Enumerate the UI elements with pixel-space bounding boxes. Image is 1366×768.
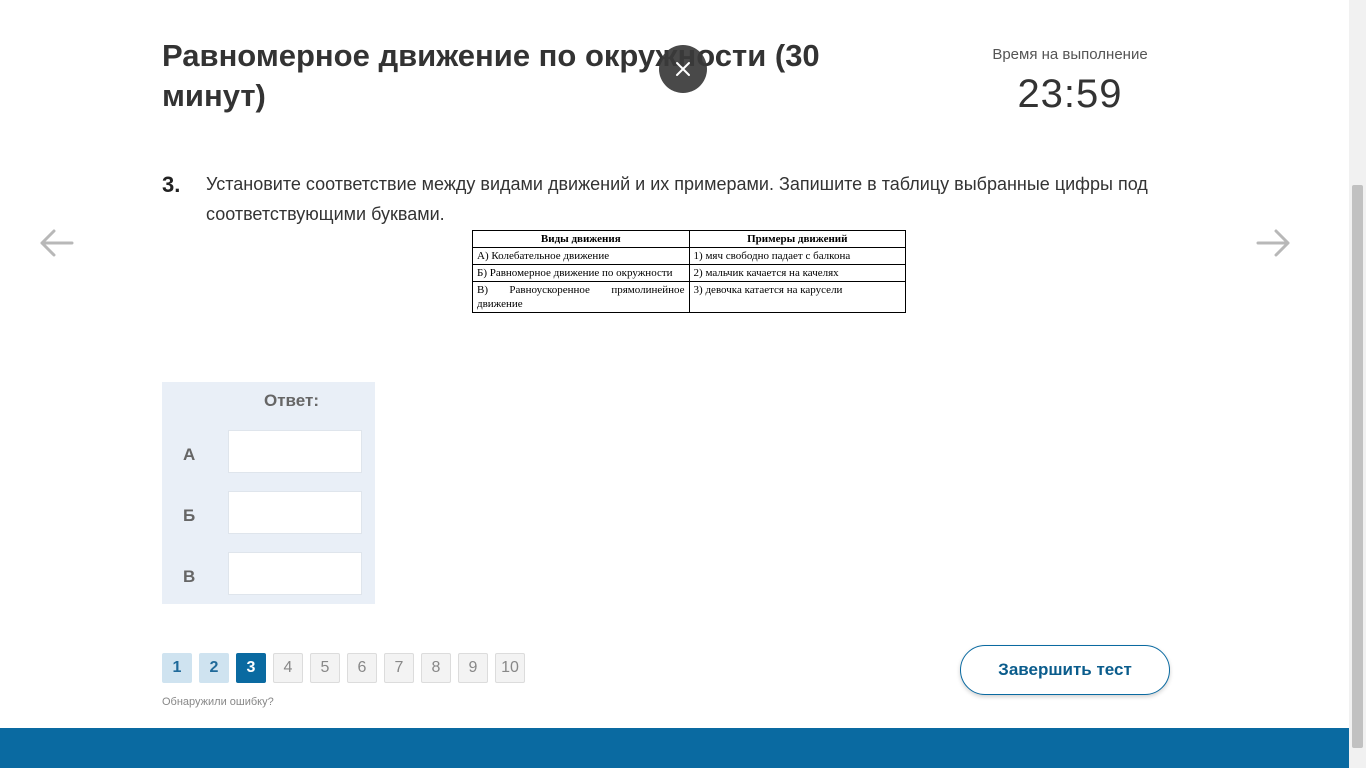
answer-input-b[interactable] <box>228 491 362 534</box>
answer-label-b: Б <box>183 506 196 525</box>
page-button-2[interactable]: 2 <box>199 653 229 683</box>
page-button-7[interactable]: 7 <box>384 653 414 683</box>
table-cell: А) Колебательное движение <box>472 247 690 265</box>
page-title: Равномерное движение по окружности (30 м… <box>162 38 820 113</box>
page-button-4[interactable]: 4 <box>273 653 303 683</box>
table-cell: 1) мяч свободно падает с балкона <box>688 247 907 265</box>
close-icon <box>676 62 690 76</box>
close-button[interactable] <box>659 45 707 93</box>
matching-table: Виды движения Примеры движений А) Колеба… <box>472 230 907 313</box>
arrow-right-icon <box>1256 229 1290 257</box>
test-page: Равномерное движение по окружности (30 м… <box>0 0 1366 768</box>
answer-input-a[interactable] <box>228 430 362 473</box>
page-button-1[interactable]: 1 <box>162 653 192 683</box>
page-button-9[interactable]: 9 <box>458 653 488 683</box>
answer-label-a: А <box>183 445 196 464</box>
table-header-row: Виды движения Примеры движений <box>472 230 907 248</box>
footer-bar <box>0 728 1349 768</box>
table-cell: В) Равноускоренное прямолинейное движени… <box>472 281 690 313</box>
page-button-10[interactable]: 10 <box>495 653 525 683</box>
scrollbar-thumb[interactable] <box>1352 185 1363 748</box>
column-header-examples: Примеры движений <box>688 230 907 248</box>
table-cell: Б) Равномерное движение по окружности <box>472 264 690 282</box>
page-button-8[interactable]: 8 <box>421 653 451 683</box>
question-text: Установите соответствие между видами дви… <box>206 174 1148 224</box>
question-pagination: 1 2 3 4 5 6 7 8 9 10 <box>162 653 525 683</box>
table-cell: 3) девочка катается на карусели <box>688 281 907 313</box>
report-error-link[interactable]: Обнаружили ошибку? <box>162 696 274 708</box>
answer-title: Ответ: <box>264 391 319 410</box>
prev-question-button[interactable] <box>38 227 74 259</box>
table-row: Б) Равномерное движение по окружности 2)… <box>472 264 907 282</box>
timer-value: 23:59 <box>1017 72 1123 116</box>
page-button-5[interactable]: 5 <box>310 653 340 683</box>
table-cell: 2) мальчик качается на качелях <box>688 264 907 282</box>
answer-panel: Ответ: А Б В <box>162 382 375 604</box>
page-button-6[interactable]: 6 <box>347 653 377 683</box>
next-question-button[interactable] <box>1256 227 1292 259</box>
page-button-3[interactable]: 3 <box>236 653 266 683</box>
arrow-left-icon <box>40 229 74 257</box>
timer-label: Время на выполнение <box>992 46 1148 63</box>
question-number: 3. <box>162 172 181 197</box>
scrollbar[interactable] <box>1349 0 1366 768</box>
answer-label-v: В <box>183 567 196 586</box>
table-row: А) Колебательное движение 1) мяч свободн… <box>472 247 907 265</box>
finish-test-button[interactable]: Завершить тест <box>960 645 1170 695</box>
table-row: В) Равноускоренное прямолинейное движени… <box>472 281 907 313</box>
answer-input-v[interactable] <box>228 552 362 595</box>
column-header-motion-types: Виды движения <box>472 230 690 248</box>
